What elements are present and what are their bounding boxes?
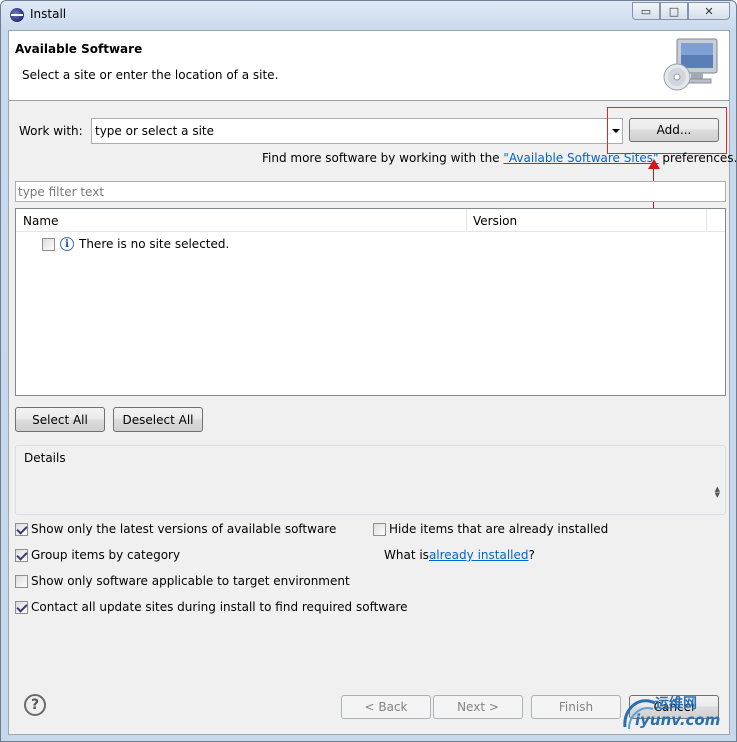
scroll-arrows-icon[interactable]: ▲ ▼ (715, 486, 720, 499)
filter-placeholder: type filter text (18, 185, 105, 199)
window-title: Install (30, 7, 67, 21)
select-all-label: Select All (32, 412, 88, 427)
watermark-en: iyunv.com (635, 711, 721, 729)
details-text: ▲ ▼ (17, 471, 724, 514)
minimize-icon: ▭ (640, 4, 652, 18)
what-is-installed: What is already installed? (384, 548, 535, 562)
close-button[interactable]: ✕ (688, 2, 730, 20)
back-button[interactable]: < Back (341, 695, 431, 719)
latest-versions-checkbox[interactable] (15, 522, 28, 536)
monitor-cd-icon (663, 38, 718, 91)
eclipse-icon (10, 8, 24, 22)
contact-sites-label: Contact all update sites during install … (31, 600, 408, 614)
already-installed-link[interactable]: already installed (429, 548, 529, 562)
hide-installed-option[interactable]: Hide items that are already installed (373, 522, 608, 536)
what-is-prefix: What is (384, 548, 429, 562)
work-with-label: Work with: (19, 124, 83, 138)
details-label: Details (24, 451, 66, 465)
contact-sites-option[interactable]: Contact all update sites during install … (15, 600, 408, 614)
add-button[interactable]: Add... (629, 118, 719, 142)
maximize-icon: □ (668, 4, 680, 18)
work-with-combo[interactable]: type or select a site (91, 118, 623, 144)
page-title: Available Software (15, 42, 143, 56)
page-description: Select a site or enter the location of a… (22, 68, 279, 82)
finish-button[interactable]: Finish (531, 695, 621, 719)
select-all-button[interactable]: Select All (15, 407, 105, 432)
what-is-suffix: ? (528, 548, 535, 562)
window-controls: ▭ □ ✕ (632, 2, 730, 20)
watermark-logo: 运维网 iyunv.com (619, 693, 731, 733)
target-env-checkbox[interactable] (15, 574, 28, 588)
dialog-client: Available Software Select a site or ente… (8, 30, 737, 735)
group-category-label: Group items by category (31, 548, 181, 562)
available-sites-link[interactable]: "Available Software Sites" (503, 151, 658, 165)
watermark-cn: 运维网 (655, 696, 697, 712)
minimize-button[interactable]: ▭ (632, 2, 660, 20)
target-env-label: Show only software applicable to target … (31, 574, 350, 588)
info-icon: i (60, 237, 74, 251)
annotation-arrow-head (648, 159, 660, 169)
row-checkbox[interactable] (42, 237, 55, 251)
tree-header: Name Version (16, 209, 725, 232)
column-divider[interactable] (466, 209, 467, 232)
column-name[interactable]: Name (23, 214, 58, 228)
install-window: Install ▭ □ ✕ Available Software Select … (0, 0, 737, 742)
next-label: Next > (457, 700, 499, 714)
column-divider[interactable] (706, 209, 707, 232)
find-more-prefix: Find more software by working with the (262, 151, 504, 165)
filter-input[interactable]: type filter text (15, 181, 726, 202)
find-more-suffix: preferences. (658, 151, 737, 165)
help-icon[interactable]: ? (24, 694, 46, 716)
finish-label: Finish (558, 700, 594, 714)
title-bar[interactable]: Install ▭ □ ✕ (1, 1, 736, 29)
tree-row[interactable]: i There is no site selected. (42, 236, 229, 252)
next-button[interactable]: Next > (433, 695, 523, 719)
software-tree[interactable]: Name Version i There is no site selected… (15, 208, 726, 396)
hide-installed-checkbox[interactable] (373, 522, 386, 536)
back-label: < Back (364, 700, 408, 714)
hide-installed-label: Hide items that are already installed (389, 522, 609, 536)
close-icon: ✕ (704, 4, 714, 18)
group-category-option[interactable]: Group items by category (15, 548, 180, 562)
find-more-text: Find more software by working with the "… (262, 151, 737, 165)
latest-versions-label: Show only the latest versions of availab… (31, 522, 337, 536)
add-button-label: Add... (656, 123, 692, 137)
wizard-header: Available Software Select a site or ente… (9, 31, 729, 101)
group-category-checkbox[interactable] (15, 548, 28, 562)
deselect-all-button[interactable]: Deselect All (113, 407, 203, 432)
latest-versions-option[interactable]: Show only the latest versions of availab… (15, 522, 336, 536)
row-text: There is no site selected. (79, 237, 230, 251)
details-group: Details ▲ ▼ (15, 445, 726, 515)
maximize-button[interactable]: □ (660, 2, 688, 20)
column-version[interactable]: Version (473, 214, 517, 228)
deselect-all-label: Deselect All (122, 412, 194, 427)
work-with-value: type or select a site (95, 124, 215, 138)
contact-sites-checkbox[interactable] (15, 600, 28, 614)
target-env-option[interactable]: Show only software applicable to target … (15, 574, 350, 588)
